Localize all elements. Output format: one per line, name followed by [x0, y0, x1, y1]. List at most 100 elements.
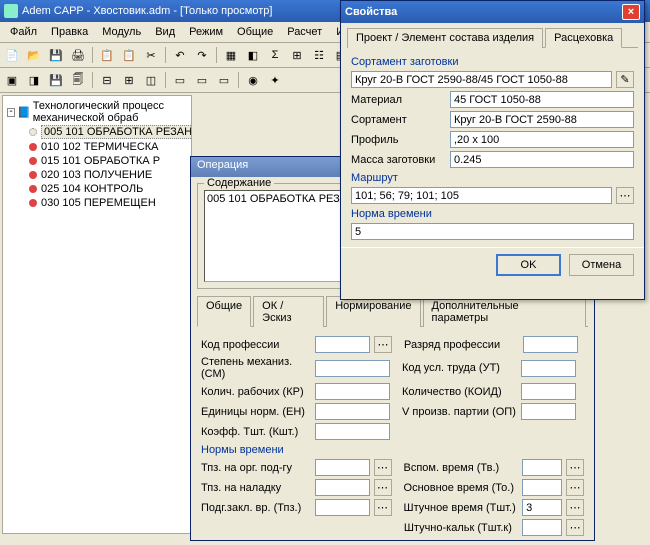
collapse-icon[interactable]: - [7, 108, 15, 117]
tree-root[interactable]: - 📘 Технологический процесс механической… [7, 100, 187, 124]
inp-podg[interactable] [315, 499, 370, 516]
tb-e[interactable]: ☷ [309, 45, 329, 65]
tb2-b[interactable]: ◨ [24, 70, 44, 90]
lbl-profil: Профиль [351, 134, 446, 146]
tb-paste[interactable]: 📋 [119, 45, 139, 65]
menu-module[interactable]: Модуль [96, 24, 147, 40]
btn-tpz-org[interactable]: ⋯ [374, 459, 392, 476]
lbl-shtuch: Штучное время (Тшт.) [404, 502, 519, 514]
inp-vspom[interactable] [522, 459, 562, 476]
tree-item-0[interactable]: 005 101 ОБРАБОТКА РЕЗАНИЕМ [29, 124, 187, 140]
btn-kod-prof[interactable]: ⋯ [374, 336, 392, 353]
close-button[interactable]: × [622, 4, 640, 20]
tab-project[interactable]: Проект / Элемент состава изделия [347, 28, 543, 48]
tb-a[interactable]: ▦ [221, 45, 241, 65]
ok-button[interactable]: OK [496, 254, 561, 276]
tb2-a[interactable]: ▣ [2, 70, 22, 90]
inp-tpz-nal[interactable] [315, 479, 370, 496]
btn-podg[interactable]: ⋯ [374, 499, 392, 516]
tab-extra[interactable]: Дополнительные параметры [423, 296, 586, 327]
tb2-k[interactable]: ◉ [243, 70, 263, 90]
menu-edit[interactable]: Правка [45, 24, 94, 40]
tb-d[interactable]: ⊞ [287, 45, 307, 65]
menu-view[interactable]: Вид [149, 24, 181, 40]
tb2-j[interactable]: ▭ [214, 70, 234, 90]
content-group-label: Содержание [204, 177, 274, 189]
lbl-osnov: Основное время (То.) [404, 482, 519, 494]
inp-ed-norm[interactable] [315, 403, 390, 420]
inp-kod-usl[interactable] [521, 360, 576, 377]
tb2-f[interactable]: ⊞ [119, 70, 139, 90]
tb2-c[interactable]: 💾 [46, 70, 66, 90]
lbl-sortament: Сортамент [351, 114, 446, 126]
inp-v-partii[interactable] [521, 403, 576, 420]
tab-norming[interactable]: Нормирование [326, 296, 420, 327]
tb-cut[interactable]: ✂ [141, 45, 161, 65]
tb2-i[interactable]: ▭ [192, 70, 212, 90]
menu-calc[interactable]: Расчет [281, 24, 328, 40]
btn-shtuch[interactable]: ⋯ [566, 499, 584, 516]
lbl-kod-prof: Код профессии [201, 339, 311, 351]
lbl-shtkalk: Штучно-кальк (Тшт.к) [404, 522, 518, 534]
tb-save[interactable]: 💾 [46, 45, 66, 65]
inp-osnov[interactable] [522, 479, 562, 496]
btn-shtkalk[interactable]: ⋯ [566, 519, 584, 536]
tb-redo[interactable]: ↷ [192, 45, 212, 65]
tree-item-3[interactable]: 020 103 ПОЛУЧЕНИЕ [29, 168, 187, 182]
sect-route: Маршрут [351, 172, 634, 184]
inp-norma[interactable] [351, 223, 634, 240]
cancel-button[interactable]: Отмена [569, 254, 634, 276]
tab-rasc[interactable]: Расцеховка [545, 28, 622, 48]
btn-vspom[interactable]: ⋯ [566, 459, 584, 476]
btn-tpz-nal[interactable]: ⋯ [374, 479, 392, 496]
inp-razryad[interactable] [523, 336, 578, 353]
tab-ok-sketch[interactable]: ОК / Эскиз [253, 296, 324, 327]
tb-b[interactable]: ◧ [243, 45, 263, 65]
properties-dialog: Свойства × Проект / Элемент состава изде… [340, 0, 645, 300]
inp-sortament[interactable] [450, 111, 634, 128]
status-dot-icon [29, 157, 37, 165]
btn-osnov[interactable]: ⋯ [566, 479, 584, 496]
tb2-e[interactable]: ⊟ [97, 70, 117, 90]
properties-titlebar: Свойства × [341, 1, 644, 23]
btn-edit-icon[interactable]: ✎ [616, 71, 634, 88]
tb2-g[interactable]: ◫ [141, 70, 161, 90]
inp-route[interactable] [351, 187, 612, 204]
tree-item-4[interactable]: 025 104 КОНТРОЛЬ [29, 182, 187, 196]
status-dot-icon [29, 199, 37, 207]
tb-print[interactable]: 🖨 [68, 45, 88, 65]
tree-root-label: Технологический процесс механической обр… [33, 100, 187, 124]
tree-item-2[interactable]: 015 101 ОБРАБОТКА Р [29, 154, 187, 168]
inp-kolich-koid[interactable] [521, 383, 576, 400]
tree-item-1[interactable]: 010 102 ТЕРМИЧЕСКА [29, 140, 187, 154]
status-dot-icon [29, 185, 37, 193]
tab-general[interactable]: Общие [197, 296, 251, 327]
tb-c[interactable]: Σ [265, 45, 285, 65]
inp-tpz-org[interactable] [315, 459, 370, 476]
tree-panel: - 📘 Технологический процесс механической… [2, 95, 192, 534]
menu-general[interactable]: Общие [231, 24, 279, 40]
inp-main-sortament[interactable] [351, 71, 612, 88]
inp-kolich-rab[interactable] [315, 383, 390, 400]
inp-material[interactable] [450, 91, 634, 108]
inp-kod-prof[interactable] [315, 336, 370, 353]
tb2-l[interactable]: ✦ [265, 70, 285, 90]
inp-profil[interactable] [450, 131, 634, 148]
tb-copy[interactable]: 📋 [97, 45, 117, 65]
lbl-podg: Подг.закл. вр. (Тпз.) [201, 502, 311, 514]
tree-item-5[interactable]: 030 105 ПЕРЕМЕЩЕН [29, 196, 187, 210]
inp-shtkalk[interactable] [522, 519, 562, 536]
tb-open[interactable]: 📂 [24, 45, 44, 65]
inp-shtuch[interactable] [522, 499, 562, 516]
menu-mode[interactable]: Режим [183, 24, 229, 40]
tb-undo[interactable]: ↶ [170, 45, 190, 65]
tb2-h[interactable]: ▭ [170, 70, 190, 90]
tb2-d[interactable]: 🗐 [68, 70, 88, 90]
inp-step-mech[interactable] [315, 360, 390, 377]
menu-file[interactable]: Файл [4, 24, 43, 40]
status-dot-icon [29, 143, 37, 151]
tb-new[interactable]: 📄 [2, 45, 22, 65]
inp-koef-tsht[interactable] [315, 423, 390, 440]
inp-massa[interactable] [450, 151, 634, 168]
btn-route-icon[interactable]: ⋯ [616, 187, 634, 204]
